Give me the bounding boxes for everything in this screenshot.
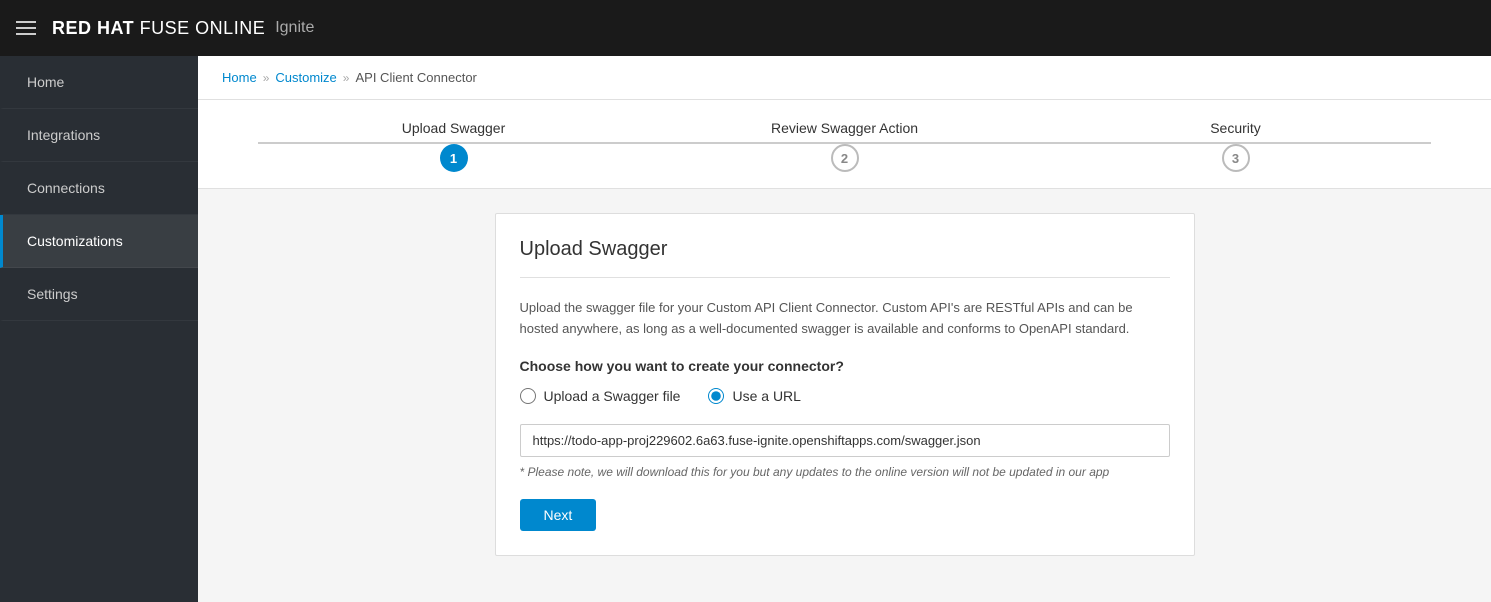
main-content: Home » Customize » API Client Connector …	[198, 56, 1491, 602]
brand-subtitle: Ignite	[275, 19, 314, 37]
step-3: Security 3	[1040, 120, 1431, 172]
breadcrumb: Home » Customize » API Client Connector	[198, 56, 1491, 100]
steps-row: Upload Swagger 1 Review Swagger Action 2…	[258, 120, 1431, 172]
sidebar-item-settings[interactable]: Settings	[0, 268, 198, 321]
option-use-url-label: Use a URL	[732, 388, 800, 404]
card-description: Upload the swagger file for your Custom …	[520, 298, 1170, 340]
next-button[interactable]: Next	[520, 499, 597, 531]
radio-group: Upload a Swagger file Use a URL	[520, 388, 1170, 404]
step-3-circle: 3	[1222, 144, 1250, 172]
sidebar-item-integrations[interactable]: Integrations	[0, 109, 198, 162]
sidebar-item-home[interactable]: Home	[0, 56, 198, 109]
top-navbar: RED HAT FUSE ONLINE Ignite	[0, 0, 1491, 56]
step-1-circle: 1	[440, 144, 468, 172]
breadcrumb-current: API Client Connector	[355, 70, 476, 85]
radio-use-url[interactable]	[708, 388, 724, 404]
step-2-circle: 2	[831, 144, 859, 172]
breadcrumb-sep1: »	[263, 71, 270, 85]
step-2: Review Swagger Action 2	[649, 120, 1040, 172]
url-input[interactable]	[520, 424, 1170, 457]
breadcrumb-customize-link[interactable]: Customize	[275, 70, 336, 85]
sidebar: Home Integrations Connections Customizat…	[0, 56, 198, 602]
sidebar-item-connections[interactable]: Connections	[0, 162, 198, 215]
card-title: Upload Swagger	[520, 238, 1170, 278]
step-2-label: Review Swagger Action	[771, 120, 918, 136]
step-1-label: Upload Swagger	[402, 120, 506, 136]
card-question: Choose how you want to create your conne…	[520, 358, 1170, 374]
radio-upload-file[interactable]	[520, 388, 536, 404]
hamburger-icon[interactable]	[16, 21, 36, 35]
main-layout: Home Integrations Connections Customizat…	[0, 56, 1491, 602]
url-note: * Please note, we will download this for…	[520, 465, 1170, 479]
sidebar-item-customizations[interactable]: Customizations	[0, 215, 198, 268]
option-upload-file-label: Upload a Swagger file	[544, 388, 681, 404]
brand: RED HAT FUSE ONLINE Ignite	[52, 18, 314, 39]
breadcrumb-sep2: »	[343, 71, 350, 85]
step-1: Upload Swagger 1	[258, 120, 649, 172]
card-area: Upload Swagger Upload the swagger file f…	[198, 189, 1491, 580]
upload-swagger-card: Upload Swagger Upload the swagger file f…	[495, 213, 1195, 556]
option-upload-file[interactable]: Upload a Swagger file	[520, 388, 681, 404]
option-use-url[interactable]: Use a URL	[708, 388, 800, 404]
step-3-label: Security	[1210, 120, 1261, 136]
breadcrumb-home-link[interactable]: Home	[222, 70, 257, 85]
brand-name: RED HAT FUSE ONLINE	[52, 18, 265, 39]
steps-wizard: Upload Swagger 1 Review Swagger Action 2…	[198, 100, 1491, 189]
